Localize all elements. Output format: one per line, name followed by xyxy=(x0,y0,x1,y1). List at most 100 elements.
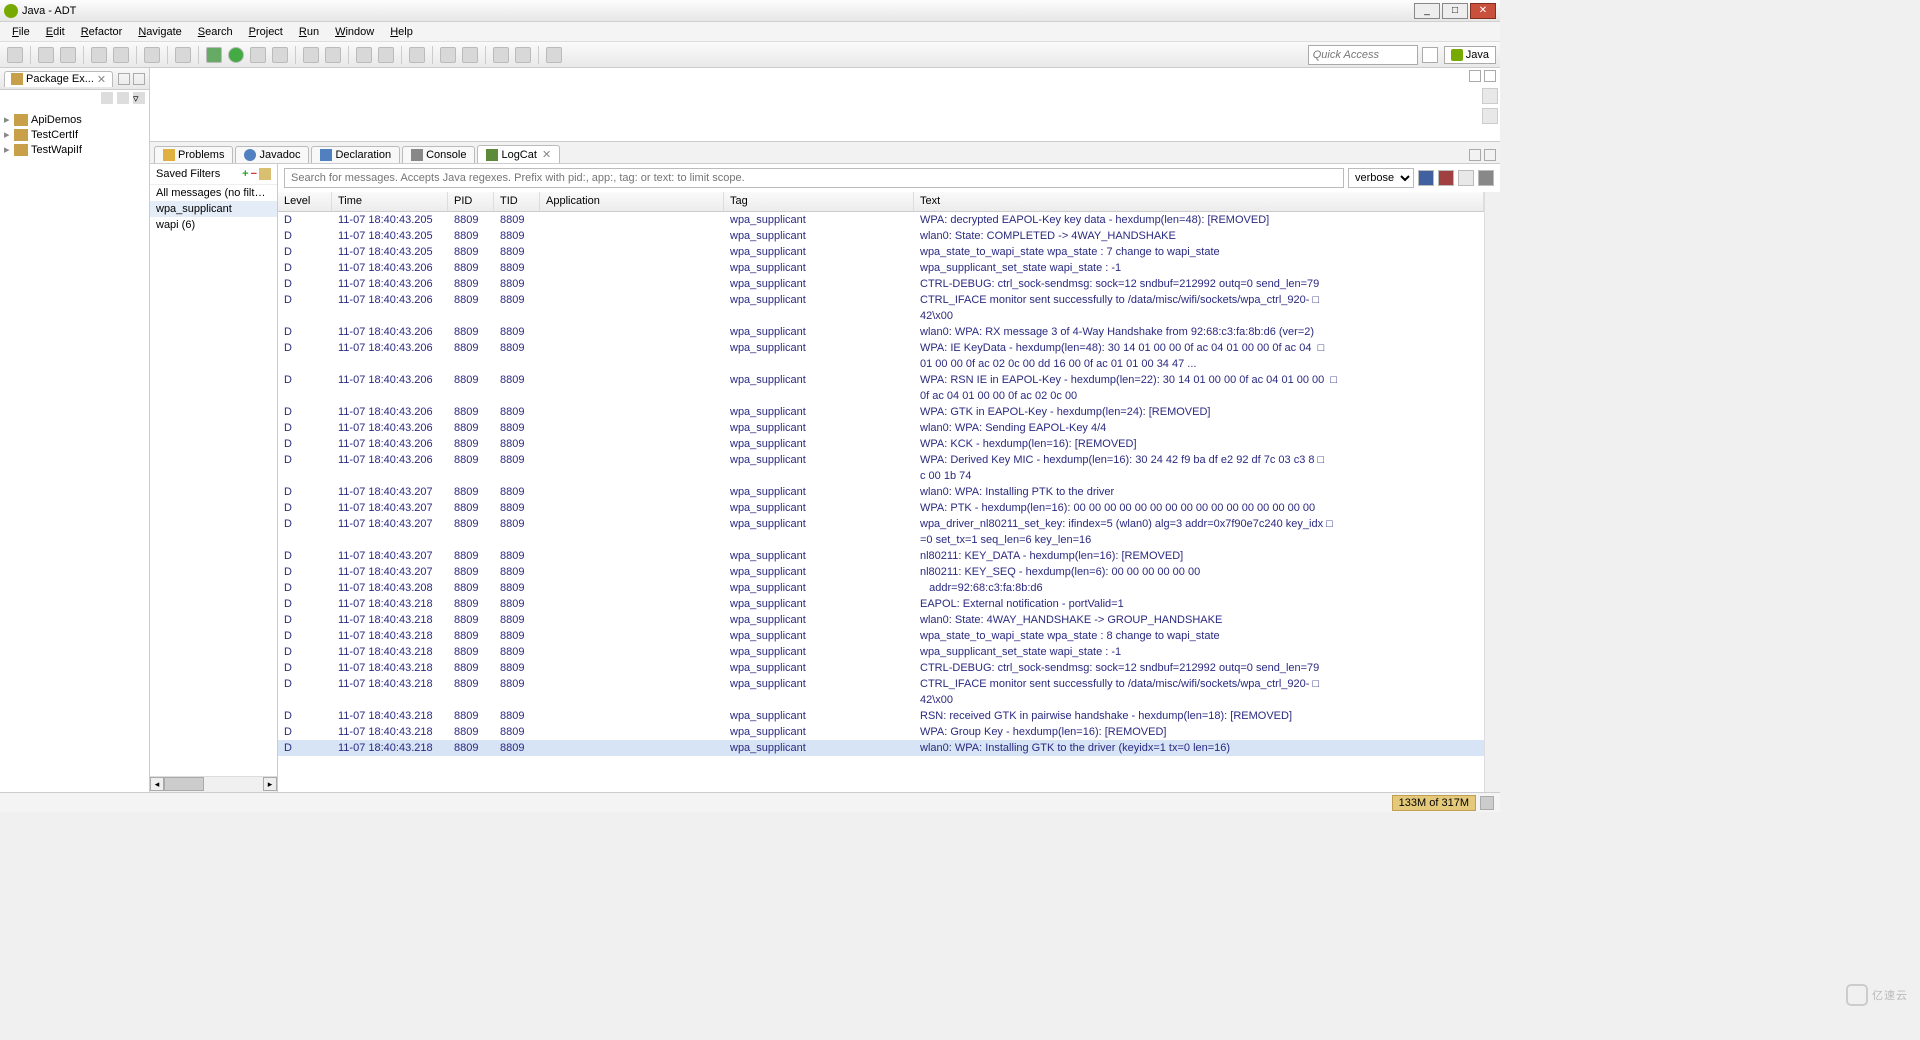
add-filter-button[interactable]: + xyxy=(242,168,248,180)
column-header[interactable]: TID xyxy=(494,192,540,211)
close-button[interactable]: ✕ xyxy=(1470,3,1496,19)
close-tab-icon[interactable]: ✕ xyxy=(542,148,551,161)
log-row[interactable]: D11-07 18:40:43.20688098809wpa_supplican… xyxy=(278,372,1484,388)
filter-item[interactable]: All messages (no filters) ( xyxy=(150,185,277,201)
save-all-button[interactable] xyxy=(60,47,76,63)
vertical-scrollbar[interactable] xyxy=(1484,192,1500,792)
log-row[interactable]: D11-07 18:40:43.20788098809wpa_supplican… xyxy=(278,484,1484,500)
skip-breakpoints-button[interactable] xyxy=(175,47,191,63)
log-row[interactable]: D11-07 18:40:43.20788098809wpa_supplican… xyxy=(278,516,1484,532)
tab-problems[interactable]: Problems xyxy=(154,146,233,163)
column-header[interactable]: PID xyxy=(448,192,494,211)
scroll-lock-button[interactable] xyxy=(1478,170,1494,186)
log-row[interactable]: D11-07 18:40:43.20588098809wpa_supplican… xyxy=(278,228,1484,244)
log-row[interactable]: D11-07 18:40:43.20688098809wpa_supplican… xyxy=(278,292,1484,308)
close-icon[interactable]: ✕ xyxy=(97,73,106,86)
gc-button[interactable] xyxy=(1480,796,1494,810)
outline-sidebar-icon[interactable] xyxy=(1482,88,1498,104)
task-list-sidebar-icon[interactable] xyxy=(1482,108,1498,124)
tab-console[interactable]: Console xyxy=(402,146,475,163)
column-header[interactable]: Level xyxy=(278,192,332,211)
tab-logcat[interactable]: LogCat✕ xyxy=(477,145,560,163)
project-tree[interactable]: ▸ApiDemos▸TestCertIf▸TestWapiIf xyxy=(0,108,149,161)
log-row[interactable]: D11-07 18:40:43.21888098809wpa_supplican… xyxy=(278,676,1484,692)
lint-button[interactable] xyxy=(144,47,160,63)
open-type-button[interactable] xyxy=(356,47,372,63)
display-filters-button[interactable] xyxy=(1458,170,1474,186)
log-row[interactable]: =0 set_tx=1 seq_len=6 key_len=16 xyxy=(278,532,1484,548)
log-row[interactable]: D11-07 18:40:43.21888098809wpa_supplican… xyxy=(278,612,1484,628)
quick-access-input[interactable] xyxy=(1308,45,1418,65)
run-last-button[interactable] xyxy=(250,47,266,63)
log-row[interactable]: D11-07 18:40:43.21888098809wpa_supplican… xyxy=(278,628,1484,644)
new-class-button[interactable] xyxy=(325,47,341,63)
log-row[interactable]: D11-07 18:40:43.20788098809wpa_supplican… xyxy=(278,564,1484,580)
search-button[interactable] xyxy=(378,47,394,63)
menu-run[interactable]: Run xyxy=(291,24,327,40)
minimize-editor-button[interactable] xyxy=(1469,70,1481,82)
clear-log-button[interactable] xyxy=(1438,170,1454,186)
log-row[interactable]: D11-07 18:40:43.20588098809wpa_supplican… xyxy=(278,212,1484,228)
project-testwapiif[interactable]: ▸TestWapiIf xyxy=(4,142,145,157)
run-button[interactable] xyxy=(228,47,244,63)
maximize-button[interactable]: □ xyxy=(1442,3,1468,19)
forward-button[interactable] xyxy=(515,47,531,63)
new-button[interactable] xyxy=(7,47,23,63)
sdk-manager-button[interactable] xyxy=(91,47,107,63)
back-button[interactable] xyxy=(493,47,509,63)
column-header[interactable]: Text xyxy=(914,192,1484,211)
menu-project[interactable]: Project xyxy=(241,24,291,40)
collapse-all-button[interactable] xyxy=(101,92,113,104)
log-row[interactable]: D11-07 18:40:43.20688098809wpa_supplican… xyxy=(278,452,1484,468)
log-row[interactable]: c 00 1b 74 xyxy=(278,468,1484,484)
log-row[interactable]: D11-07 18:40:43.20688098809wpa_supplican… xyxy=(278,276,1484,292)
menu-navigate[interactable]: Navigate xyxy=(130,24,189,40)
toggle-mark-button[interactable] xyxy=(409,47,425,63)
column-header[interactable]: Tag xyxy=(724,192,914,211)
log-row[interactable]: D11-07 18:40:43.20688098809wpa_supplican… xyxy=(278,324,1484,340)
new-package-button[interactable] xyxy=(303,47,319,63)
log-row[interactable]: D11-07 18:40:43.21888098809wpa_supplican… xyxy=(278,660,1484,676)
filter-item[interactable]: wpa_supplicant xyxy=(150,201,277,217)
column-header[interactable]: Time xyxy=(332,192,448,211)
prev-annotation-button[interactable] xyxy=(440,47,456,63)
remove-filter-button[interactable]: − xyxy=(251,168,257,180)
minimize-view-button[interactable] xyxy=(118,73,130,85)
filter-scrollbar[interactable]: ◂▸ xyxy=(150,776,277,792)
perspective-java[interactable]: Java xyxy=(1444,46,1496,64)
tab-javadoc[interactable]: Javadoc xyxy=(235,146,309,163)
external-tools-button[interactable] xyxy=(272,47,288,63)
log-row[interactable]: D11-07 18:40:43.21888098809wpa_supplican… xyxy=(278,708,1484,724)
edit-filter-button[interactable] xyxy=(259,168,271,180)
save-button[interactable] xyxy=(38,47,54,63)
log-row[interactable]: D11-07 18:40:43.20688098809wpa_supplican… xyxy=(278,436,1484,452)
menu-refactor[interactable]: Refactor xyxy=(73,24,131,40)
project-apidemos[interactable]: ▸ApiDemos xyxy=(4,112,145,127)
debug-button[interactable] xyxy=(206,47,222,63)
avd-manager-button[interactable] xyxy=(113,47,129,63)
log-row[interactable]: D11-07 18:40:43.20688098809wpa_supplican… xyxy=(278,404,1484,420)
menu-edit[interactable]: Edit xyxy=(38,24,73,40)
view-menu-button[interactable]: ▿ xyxy=(133,92,145,104)
log-row[interactable]: 42\x00 xyxy=(278,692,1484,708)
log-row[interactable]: D11-07 18:40:43.20888098809wpa_supplican… xyxy=(278,580,1484,596)
log-row[interactable]: D11-07 18:40:43.21888098809wpa_supplican… xyxy=(278,724,1484,740)
menu-window[interactable]: Window xyxy=(327,24,382,40)
log-row[interactable]: 0f ac 04 01 00 00 0f ac 02 0c 00 xyxy=(278,388,1484,404)
menu-file[interactable]: File xyxy=(4,24,38,40)
menu-help[interactable]: Help xyxy=(382,24,421,40)
tab-declaration[interactable]: Declaration xyxy=(311,146,400,163)
minimize-view-button[interactable] xyxy=(1469,149,1481,161)
log-row[interactable]: D11-07 18:40:43.21888098809wpa_supplican… xyxy=(278,740,1484,756)
log-row[interactable]: D11-07 18:40:43.20788098809wpa_supplican… xyxy=(278,548,1484,564)
pin-editor-button[interactable] xyxy=(546,47,562,63)
logcat-search-input[interactable] xyxy=(284,168,1344,188)
log-row[interactable]: 42\x00 xyxy=(278,308,1484,324)
log-level-select[interactable]: verbose xyxy=(1348,168,1414,188)
maximize-view-button[interactable] xyxy=(133,73,145,85)
next-annotation-button[interactable] xyxy=(462,47,478,63)
filter-item[interactable]: wapi (6) xyxy=(150,217,277,233)
log-row[interactable]: 01 00 00 0f ac 02 0c 00 dd 16 00 0f ac 0… xyxy=(278,356,1484,372)
heap-status[interactable]: 133M of 317M xyxy=(1392,795,1476,811)
maximize-editor-button[interactable] xyxy=(1484,70,1496,82)
